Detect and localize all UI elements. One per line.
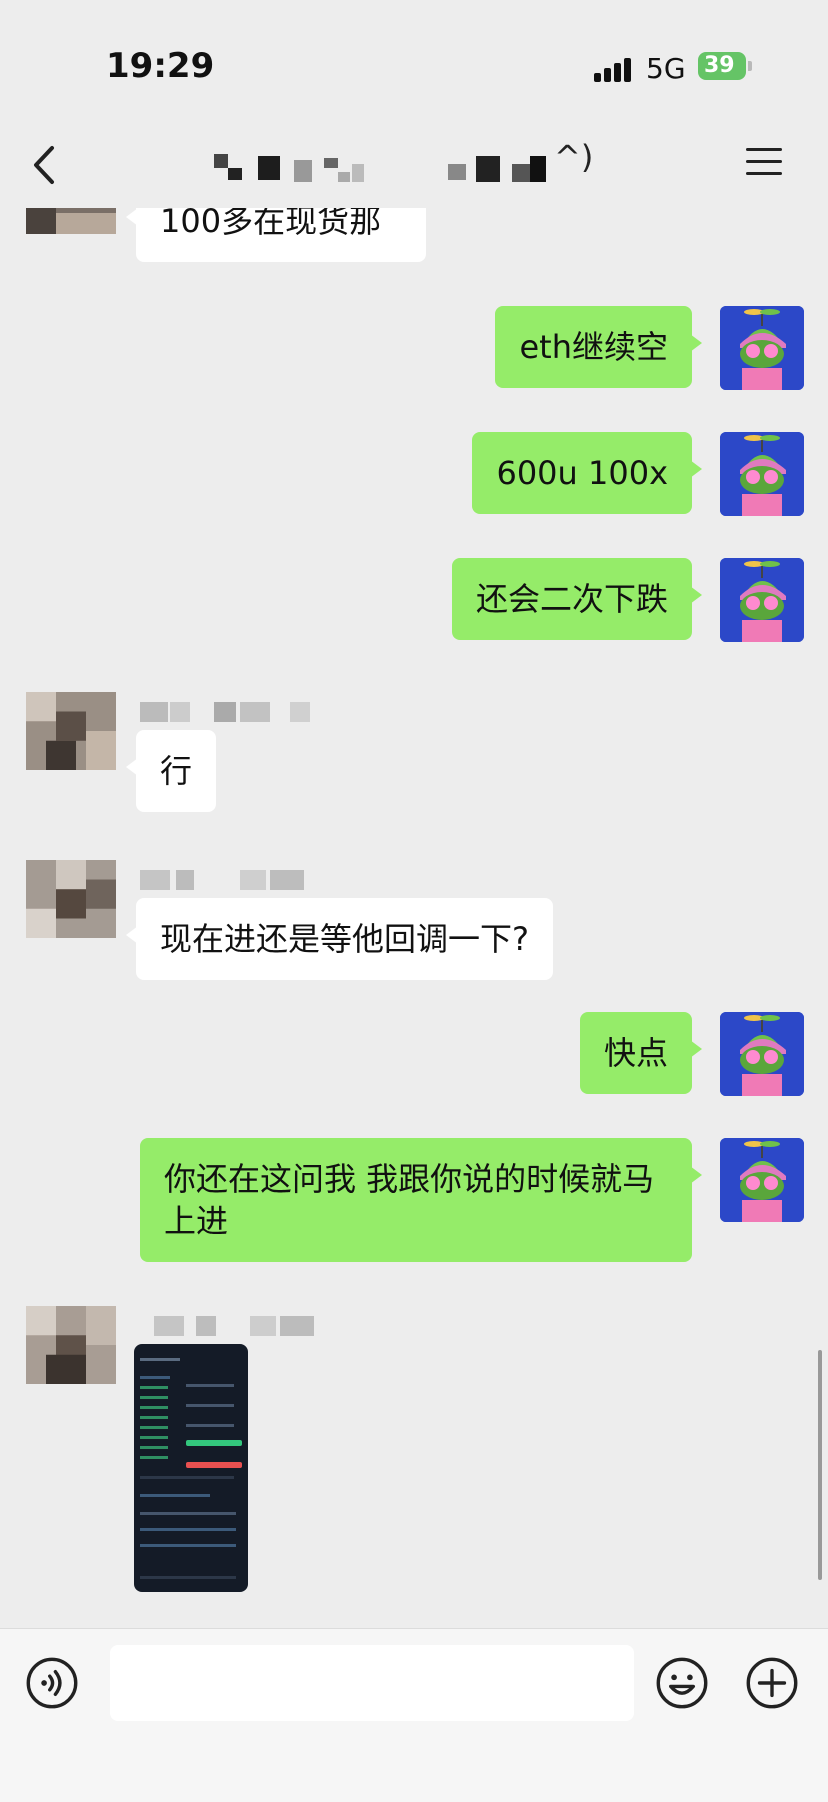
message-bubble[interactable]: 行 <box>125 730 217 812</box>
message-row <box>0 1306 828 1606</box>
message-bubble[interactable]: 100多在现货那 <box>126 208 426 262</box>
message-bubble[interactable]: 还会二次下跌 <box>451 558 703 640</box>
sender-name <box>140 1314 380 1340</box>
message-row: 100多在现货那 <box>0 208 828 288</box>
avatar[interactable] <box>720 1138 804 1222</box>
battery-icon: 39 <box>698 52 752 80</box>
avatar[interactable] <box>720 1012 804 1096</box>
message-row: 你还在这问我 我跟你说的时候就马上进 <box>0 1138 828 1262</box>
avatar[interactable] <box>26 692 116 770</box>
avatar[interactable] <box>720 558 804 642</box>
avatar[interactable] <box>26 860 116 938</box>
message-row: 现在进还是等他回调一下? <box>0 860 828 990</box>
message-bubble[interactable]: 现在进还是等他回调一下? <box>126 898 553 980</box>
menu-icon[interactable] <box>742 142 788 182</box>
chat-title-suffix: ^) <box>554 138 594 176</box>
sender-name <box>140 868 380 894</box>
status-bar: 19:29 5G 39 <box>0 0 828 130</box>
avatar[interactable] <box>26 208 116 234</box>
image-message[interactable] <box>134 1344 248 1592</box>
voice-icon[interactable] <box>26 1657 78 1709</box>
message-input[interactable] <box>110 1645 634 1721</box>
avatar[interactable] <box>720 306 804 390</box>
signal-icon <box>594 58 634 82</box>
avatar[interactable] <box>720 432 804 516</box>
avatar[interactable] <box>26 1306 116 1384</box>
message-bubble[interactable]: 快点 <box>579 1012 703 1094</box>
plus-icon[interactable] <box>746 1657 798 1709</box>
input-bar <box>0 1628 828 1802</box>
network-label: 5G <box>646 52 686 85</box>
sender-name <box>140 700 380 726</box>
message-row: 还会二次下跌 <box>0 558 828 648</box>
emoji-icon[interactable] <box>656 1657 708 1709</box>
message-row: 600u 100x <box>0 432 828 522</box>
status-time: 19:29 <box>106 46 215 86</box>
message-bubble[interactable]: eth继续空 <box>495 306 702 388</box>
chat-list[interactable]: 100多在现货那 eth继续空 600u 100x 还会二次下跌 行 现在进还是… <box>0 208 828 1628</box>
chevron-left-icon[interactable] <box>26 140 66 190</box>
message-row: 快点 <box>0 1012 828 1102</box>
message-bubble[interactable]: 600u 100x <box>472 432 702 514</box>
message-row: eth继续空 <box>0 306 828 396</box>
chat-header: ^) <box>0 130 828 208</box>
scrollbar[interactable] <box>818 1350 822 1580</box>
message-bubble[interactable]: 你还在这问我 我跟你说的时候就马上进 <box>140 1138 702 1262</box>
message-row: 行 <box>0 692 828 822</box>
